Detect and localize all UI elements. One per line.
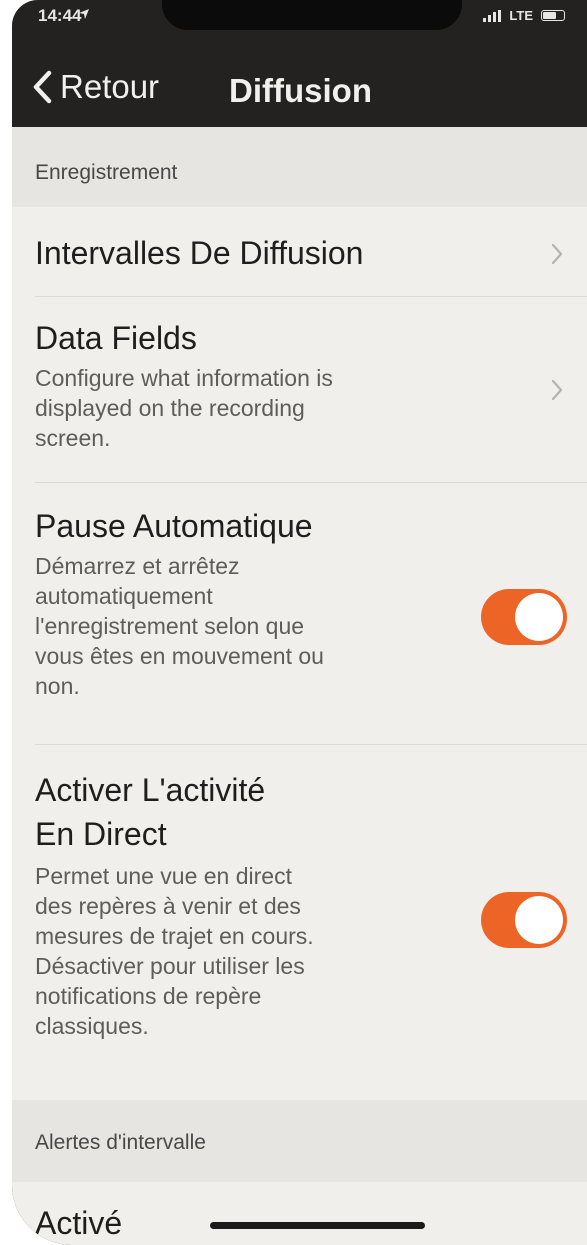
subtitle-line: displayed on the recording [35, 395, 305, 421]
status-time: 14:44 [38, 6, 82, 25]
back-button[interactable]: Retour [32, 68, 159, 106]
toggle-knob [515, 593, 563, 641]
subtitle-line: Permet une vue en direct [35, 863, 292, 889]
battery-icon [541, 10, 565, 21]
row-alerts-enabled[interactable]: Activé [12, 1182, 587, 1245]
signal-icon [483, 9, 502, 22]
screen: 14:44 LTE Retour Diffusion Enregistremen… [12, 0, 587, 1245]
page-title: Diffusion [229, 72, 372, 109]
row-subtitle: Configure what information is displayed … [35, 363, 333, 453]
title-line: En Direct [35, 816, 167, 852]
chevron-left-icon [33, 70, 52, 104]
row-title: Intervalles De Diffusion [35, 235, 364, 271]
row-title: Activé [35, 1205, 123, 1241]
back-label: Retour [60, 68, 160, 105]
subtitle-line: automatiquement [35, 583, 213, 609]
location-arrow-icon [79, 9, 89, 19]
subtitle-line: notifications de repère [35, 983, 262, 1009]
phone-frame: 14:44 LTE Retour Diffusion Enregistremen… [12, 0, 587, 1245]
row-auto-pause: Pause Automatique Démarrez et arrêtez au… [12, 483, 587, 745]
chevron-right-icon [551, 379, 563, 401]
live-activity-toggle[interactable] [481, 892, 567, 948]
subtitle-line: classiques. [35, 1013, 149, 1039]
subtitle-line: l'enregistrement selon que [35, 613, 305, 639]
subtitle-line: non. [35, 673, 80, 699]
chevron-right-icon [551, 243, 563, 265]
subtitle-line: vous êtes en mouvement ou [35, 643, 324, 669]
subtitle-line: Configure what information is [35, 365, 333, 391]
auto-pause-toggle[interactable] [481, 589, 567, 645]
row-title: Pause Automatique [35, 508, 313, 544]
title-line: Activer L'activité [35, 772, 266, 808]
row-data-fields[interactable]: Data Fields Configure what information i… [12, 297, 587, 483]
network-type: LTE [509, 8, 533, 23]
row-subtitle: Permet une vue en direct des repères à v… [35, 861, 314, 1041]
toggle-knob [515, 896, 563, 944]
row-live-activity: Activer L'activité En Direct Permet une … [12, 745, 587, 1100]
section-header-recording: Enregistrement [12, 127, 587, 207]
home-indicator [210, 1222, 425, 1229]
row-subtitle: Démarrez et arrêtez automatiquement l'en… [35, 551, 324, 701]
row-title: Activer L'activité En Direct [35, 771, 265, 853]
row-broadcast-intervals[interactable]: Intervalles De Diffusion [12, 207, 587, 297]
subtitle-line: mesures de trajet en cours. [35, 923, 314, 949]
header: 14:44 LTE Retour Diffusion [12, 0, 587, 127]
subtitle-line: des repères à venir et des [35, 893, 301, 919]
row-title: Data Fields [35, 320, 197, 356]
subtitle-line: Désactiver pour utiliser les [35, 953, 305, 979]
camera-notch [162, 0, 462, 30]
section-header-interval-alerts: Alertes d'intervalle [12, 1100, 587, 1182]
subtitle-line: screen. [35, 425, 111, 451]
subtitle-line: Démarrez et arrêtez [35, 553, 240, 579]
status-indicators: LTE [483, 8, 565, 23]
